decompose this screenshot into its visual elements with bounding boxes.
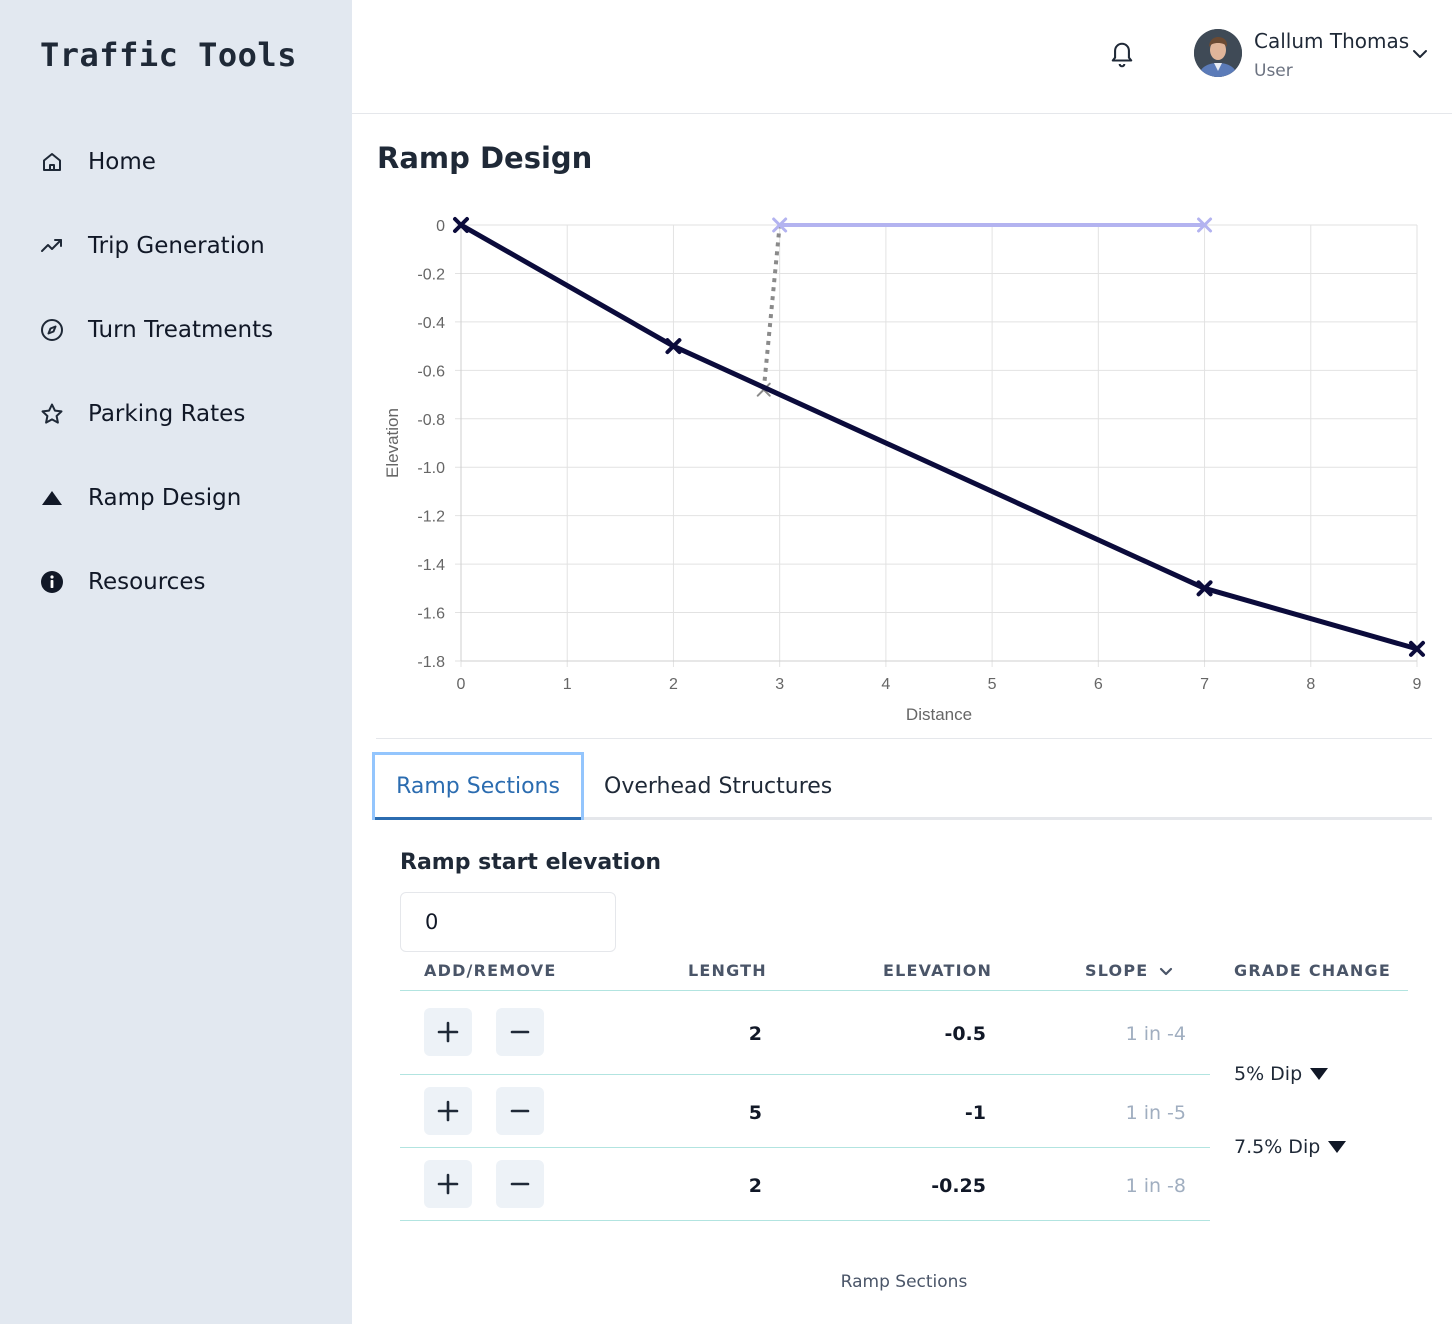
x-axis-label: Distance <box>906 705 972 724</box>
column-header-length: LENGTH <box>688 961 767 980</box>
add-section-button[interactable] <box>424 1008 472 1056</box>
sidebar-item-trip-generation[interactable]: Trip Generation <box>0 204 352 288</box>
grade-change-label: 5% Dip <box>1234 1063 1303 1085</box>
tab-overhead-structures[interactable]: Overhead Structures <box>604 752 832 820</box>
x-tick-label: 1 <box>563 676 572 693</box>
user-role: User <box>1254 61 1293 81</box>
section-length: 2 <box>748 1175 762 1197</box>
y-axis-label: Elevation <box>383 408 402 478</box>
y-tick-label: -0.6 <box>417 363 445 380</box>
column-header-slope-label: SLOPE <box>1085 961 1149 980</box>
sidebar-item-label: Parking Rates <box>88 401 246 427</box>
top-bar: Callum Thomas User <box>352 0 1452 114</box>
sidebar-item-label: Resources <box>88 569 206 595</box>
minus-icon <box>510 1109 530 1113</box>
y-tick-label: -1.4 <box>417 557 445 574</box>
section-length: 2 <box>748 1023 762 1045</box>
minus-icon <box>510 1030 530 1034</box>
section-slope: 1 in -5 <box>1125 1102 1186 1124</box>
tab-ramp-sections[interactable]: Ramp Sections <box>372 752 584 820</box>
sidebar-item-home[interactable]: Home <box>0 120 352 204</box>
column-header-slope[interactable]: SLOPE <box>1085 961 1174 980</box>
trending-up-icon <box>40 234 64 258</box>
plus-icon <box>437 1021 459 1043</box>
y-tick-label: -1.0 <box>417 460 445 477</box>
page-title: Ramp Design <box>377 141 593 175</box>
x-tick-label: 8 <box>1306 676 1315 693</box>
sidebar-item-label: Trip Generation <box>88 233 265 259</box>
x-tick-label: 6 <box>1094 676 1103 693</box>
x-tick-label: 0 <box>457 676 466 693</box>
series-line-connector <box>761 224 782 390</box>
sidebar-item-label: Ramp Design <box>88 485 242 511</box>
grade-change-indicator: 7.5% Dip <box>1234 1136 1347 1158</box>
y-tick-label: -1.6 <box>417 606 445 623</box>
y-tick-label: 0 <box>436 218 445 235</box>
y-tick-label: -0.4 <box>417 315 445 332</box>
sidebar-item-resources[interactable]: Resources <box>0 540 352 624</box>
sidebar: Traffic Tools Home Trip Generation Turn … <box>0 0 352 1324</box>
section-length: 5 <box>748 1102 762 1124</box>
y-tick-label: -1.2 <box>417 509 445 526</box>
section-elevation: -1 <box>964 1102 986 1124</box>
chevron-down-icon[interactable] <box>1410 44 1430 64</box>
grade-change-label: 7.5% Dip <box>1234 1136 1321 1158</box>
sidebar-item-ramp-design[interactable]: Ramp Design <box>0 456 352 540</box>
add-section-button[interactable] <box>424 1160 472 1208</box>
table-row-divider <box>400 1220 1210 1221</box>
add-section-button[interactable] <box>424 1087 472 1135</box>
x-tick-label: 2 <box>669 676 678 693</box>
remove-section-button[interactable] <box>496 1160 544 1208</box>
chevron-down-icon <box>1160 967 1173 975</box>
sidebar-item-turn-treatments[interactable]: Turn Treatments <box>0 288 352 372</box>
series-line-ramp <box>459 222 1418 652</box>
y-tick-label: -0.8 <box>417 412 445 429</box>
app-title: Traffic Tools <box>40 36 297 74</box>
home-icon <box>40 150 64 174</box>
table-header-divider <box>400 990 1408 991</box>
triangle-icon <box>40 486 64 510</box>
table-row-divider <box>400 1074 1210 1075</box>
y-tick-label: -0.2 <box>417 266 445 283</box>
minus-icon <box>510 1182 530 1186</box>
start-elevation-input[interactable] <box>400 892 616 952</box>
start-elevation-label: Ramp start elevation <box>400 850 662 875</box>
x-tick-label: 3 <box>775 676 784 693</box>
triangle-down-icon <box>1328 1141 1347 1153</box>
chart-svg: 0 1 2 3 4 5 6 7 8 9 0 -0.2 -0.4 -0.6 -0.8 -1.0 -1.2 -1.4 -… <box>383 217 1425 724</box>
avatar[interactable] <box>1194 29 1242 77</box>
section-elevation: -0.25 <box>931 1175 986 1197</box>
sidebar-item-label: Home <box>88 149 156 175</box>
sidebar-item-label: Turn Treatments <box>88 317 274 343</box>
compass-icon <box>40 318 64 342</box>
plus-icon <box>437 1100 459 1122</box>
column-header-elevation: ELEVATION <box>883 961 993 980</box>
triangle-down-icon <box>1310 1068 1329 1080</box>
section-slope: 1 in -8 <box>1125 1175 1186 1197</box>
y-tick-label: -1.8 <box>417 654 445 671</box>
remove-section-button[interactable] <box>496 1087 544 1135</box>
table-row-divider <box>400 1147 1210 1148</box>
x-tick-label: 7 <box>1200 676 1209 693</box>
bell-icon[interactable] <box>1108 38 1136 68</box>
divider <box>376 738 1432 739</box>
column-header-grade-change: GRADE CHANGE <box>1234 961 1391 980</box>
info-icon <box>40 570 64 594</box>
sidebar-nav: Home Trip Generation Turn Treatments Par… <box>0 120 352 624</box>
user-name[interactable]: Callum Thomas <box>1254 29 1409 53</box>
x-tick-label: 5 <box>988 676 997 693</box>
x-tick-label: 9 <box>1413 676 1422 693</box>
section-slope: 1 in -4 <box>1125 1023 1186 1045</box>
section-elevation: -0.5 <box>944 1023 986 1045</box>
tab-bar: Ramp Sections Overhead Structures <box>372 752 1432 820</box>
x-tick-label: 4 <box>881 676 890 693</box>
grade-change-indicator: 5% Dip <box>1234 1063 1329 1085</box>
remove-section-button[interactable] <box>496 1008 544 1056</box>
elevation-chart: 0 1 2 3 4 5 6 7 8 9 0 -0.2 -0.4 -0.6 -0.8 -1.0 -1.2 -1.4 -… <box>376 196 1432 740</box>
column-header-add-remove: ADD/REMOVE <box>424 961 557 980</box>
table-caption: Ramp Sections <box>840 1272 968 1292</box>
plus-icon <box>437 1173 459 1195</box>
star-icon <box>40 402 64 426</box>
sidebar-item-parking-rates[interactable]: Parking Rates <box>0 372 352 456</box>
